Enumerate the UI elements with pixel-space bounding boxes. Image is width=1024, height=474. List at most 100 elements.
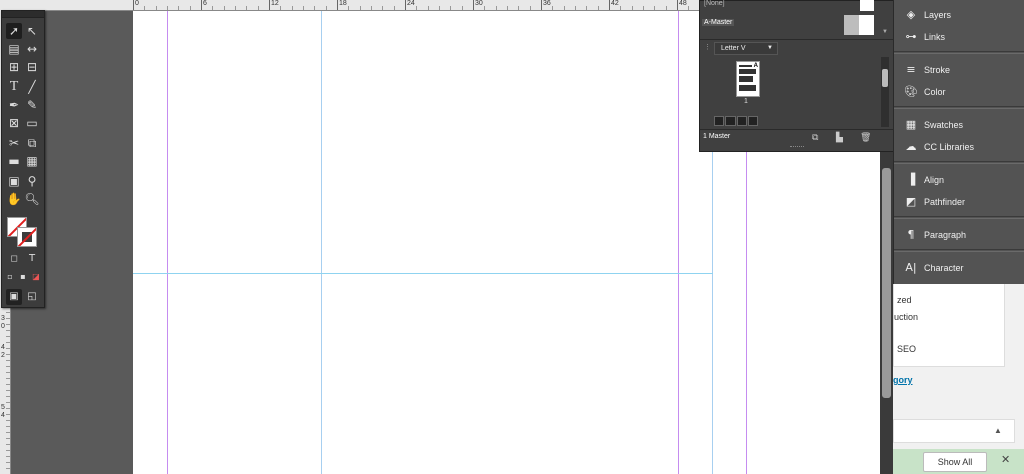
ruler-minor-tick <box>291 6 293 10</box>
ruler-minor-tick <box>6 378 10 379</box>
content-placer-icon[interactable]: ⊟ <box>24 59 40 75</box>
a-master-thumbnail[interactable] <box>844 15 874 35</box>
page-size-value: Letter V <box>721 45 746 52</box>
pathfinder-icon: ◩ <box>905 195 917 208</box>
panel-paragraph[interactable]: ¶ Paragraph <box>894 224 1024 246</box>
ruler-minor-tick <box>6 360 10 361</box>
gap-tool-icon[interactable]: ↔ <box>24 41 40 57</box>
ruler-minor-tick <box>6 348 10 349</box>
rectangle-frame-tool-icon[interactable]: ⊠ <box>6 115 22 131</box>
spread-page-thumbnail[interactable] <box>714 116 725 126</box>
ruler-label: 3 <box>1 315 5 322</box>
fill-stroke-swatch-icon[interactable] <box>7 217 37 247</box>
ruler-minor-tick <box>212 6 214 10</box>
ruler-major-tick <box>541 0 542 10</box>
panel-color[interactable]: 🎨︎ Color <box>894 81 1024 103</box>
free-transform-tool-icon[interactable]: ⧉ <box>24 135 40 151</box>
panel-links[interactable]: ⊶ Links <box>894 26 1024 48</box>
panel-pathfinder[interactable]: ◩ Pathfinder <box>894 191 1024 213</box>
ruler-minor-tick <box>6 432 10 433</box>
horizontal-guide <box>133 273 713 274</box>
ruler-minor-tick <box>6 342 10 343</box>
panel-label: Swatches <box>924 120 964 130</box>
content-collector-icon[interactable]: ⊞ <box>6 59 22 75</box>
collapsed-panel-dock: ◈ Layers ⊶ Links ≡ Stroke 🎨︎ Color ▦ Swa… <box>893 0 1024 284</box>
page-tool-icon[interactable]: ▤ <box>6 41 22 57</box>
ruler-minor-tick <box>6 384 10 385</box>
resize-grip[interactable] <box>790 146 804 149</box>
ruler-label: 36 <box>543 0 551 7</box>
scrollbar-thumb[interactable] <box>882 69 888 87</box>
formatting-container-icon[interactable]: ◻ <box>6 251 22 267</box>
ruler-minor-tick <box>416 6 418 10</box>
tools-panel-grip[interactable] <box>2 11 44 18</box>
page-1-thumbnail[interactable]: A <box>736 61 760 97</box>
gradient-feather-tool-icon[interactable]: ▦ <box>24 153 40 169</box>
ruler-minor-tick <box>529 6 531 10</box>
ruler-minor-tick <box>6 390 10 391</box>
panel-swatches[interactable]: ▦ Swatches <box>894 114 1024 136</box>
type-tool-icon[interactable]: T <box>6 79 22 95</box>
ruler-minor-tick <box>6 426 10 427</box>
ruler-minor-tick <box>223 6 225 10</box>
edit-page-size-icon[interactable]: ⧉ <box>812 133 818 143</box>
formatting-text-icon[interactable]: T <box>24 251 40 267</box>
spread-page-thumbnail[interactable] <box>736 116 747 126</box>
caret-up-icon[interactable]: ▲ <box>994 426 1002 435</box>
panel-cc-libraries[interactable]: ☁ CC Libraries <box>894 136 1024 158</box>
scrollbar-thumb[interactable] <box>882 168 891 398</box>
stroke-icon: ≡ <box>906 63 916 76</box>
selection-tool-icon[interactable]: ➚ <box>6 23 22 39</box>
panel-label: Character <box>924 263 964 273</box>
show-all-button[interactable]: Show All <box>923 452 987 472</box>
chevron-down-icon: ▼ <box>767 45 773 51</box>
a-master-label[interactable]: A-Master <box>702 19 735 26</box>
pencil-tool-icon[interactable]: ✎ <box>24 97 40 113</box>
zoom-tool-icon[interactable]: 🔍︎ <box>24 191 40 207</box>
ruler-minor-tick <box>155 6 157 10</box>
line-tool-icon[interactable]: ╱ <box>24 79 40 95</box>
spread-page-thumbnail[interactable] <box>747 116 758 126</box>
normal-view-mode-icon[interactable]: ▣ <box>6 289 22 305</box>
eyedropper-tool-icon[interactable]: ⚲ <box>24 173 40 189</box>
page-size-select[interactable]: Letter V ▼ <box>714 42 778 55</box>
new-page-icon[interactable]: ▙ <box>836 133 843 143</box>
close-icon[interactable]: ✕ <box>1001 453 1010 466</box>
panel-layers[interactable]: ◈ Layers <box>894 4 1024 26</box>
preview-mode-icon[interactable]: ◱ <box>24 289 40 305</box>
align-icon: ▐ <box>906 173 916 186</box>
panel-align[interactable]: ▐ Align <box>894 169 1024 191</box>
add-category-link[interactable]: gory <box>893 375 913 385</box>
pages-panel-scrollbar[interactable] <box>881 57 889 127</box>
ruler-minor-tick <box>302 6 304 10</box>
apply-none-icon[interactable]: ◪ <box>28 269 44 285</box>
pages-panel: [None] A-Master ▼ ⋮ Letter V ▼ A 1 1 Mas… <box>699 0 895 152</box>
ruler-minor-tick <box>6 366 10 367</box>
scroll-down-arrow-icon[interactable]: ▼ <box>882 29 888 35</box>
pages-panel-footer: 1 Master ⧉ ▙ 🗑︎ <box>700 129 894 146</box>
panel-stroke[interactable]: ≡ Stroke <box>894 59 1024 81</box>
none-master-thumbnail[interactable] <box>860 0 874 11</box>
drag-handle-icon[interactable]: ⋮ <box>704 43 711 51</box>
note-tool-icon[interactable]: ▣ <box>6 173 22 189</box>
horizontal-ruler[interactable]: 0 6 12 18 24 30 36 42 48 <box>0 0 700 11</box>
dock-separator <box>894 106 1024 107</box>
trash-icon[interactable]: 🗑︎ <box>860 133 871 143</box>
none-master-label[interactable]: [None] <box>704 0 725 7</box>
color-icon: 🎨︎ <box>904 85 918 98</box>
spread-page-thumbnail[interactable] <box>725 116 736 126</box>
spread-thumbnails[interactable] <box>714 116 758 126</box>
ruler-label: 6 <box>203 0 207 7</box>
ruler-label: 0 <box>135 0 139 7</box>
pen-tool-icon[interactable]: ✒ <box>6 97 22 113</box>
scissors-tool-icon[interactable]: ✂ <box>6 135 22 151</box>
ruler-label: 4 <box>1 344 5 351</box>
rectangle-tool-icon[interactable]: ▭ <box>24 115 40 131</box>
ruler-label: 42 <box>611 0 619 7</box>
document-vertical-scrollbar[interactable] <box>880 150 893 474</box>
hand-tool-icon[interactable]: ✋ <box>6 191 22 207</box>
gradient-swatch-tool-icon[interactable]: ▬ <box>6 153 22 169</box>
category-text: uction <box>894 312 919 322</box>
panel-character[interactable]: A| Character <box>894 257 1024 279</box>
direct-selection-tool-icon[interactable]: ↖ <box>24 23 40 39</box>
